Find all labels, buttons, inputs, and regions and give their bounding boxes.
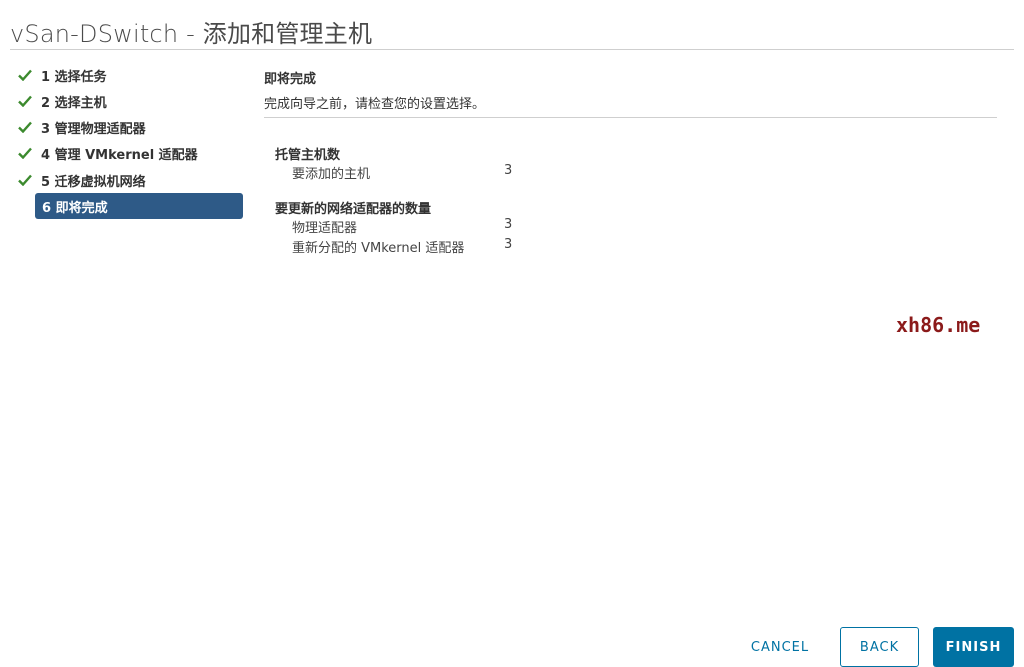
step-migrate-vm-networking[interactable]: 5 迁移虚拟机网络: [16, 167, 242, 193]
watermark-text: xh86.me: [896, 313, 981, 337]
title-divider: [10, 49, 1014, 50]
row-label: 重新分配的 VMkernel 适配器: [292, 241, 465, 256]
cancel-button[interactable]: CANCEL: [740, 627, 820, 667]
step-manage-physical-adapters[interactable]: 3 管理物理适配器: [16, 114, 242, 140]
step-label: 3 管理物理适配器: [41, 121, 146, 137]
content-heading: 即将完成: [264, 72, 317, 87]
checkmark-icon: [16, 66, 34, 84]
step-label: 6 即将完成: [42, 200, 108, 216]
summary-row: 重新分配的 VMkernel 适配器 3: [292, 237, 532, 256]
step-select-task[interactable]: 1 选择任务: [16, 62, 242, 88]
step-select-hosts[interactable]: 2 选择主机: [16, 88, 242, 114]
summary-row: 物理适配器 3: [292, 217, 532, 236]
step-label: 5 迁移虚拟机网络: [41, 174, 146, 190]
row-value: 3: [504, 163, 513, 178]
section-title-adapters-to-update: 要更新的网络适配器的数量: [275, 202, 432, 217]
step-label: 1 选择任务: [41, 69, 107, 85]
checkmark-icon: [16, 144, 34, 162]
section-title-managed-hosts: 托管主机数: [275, 148, 341, 163]
row-label: 物理适配器: [292, 221, 358, 236]
content-divider: [264, 117, 997, 118]
row-value: 3: [504, 217, 513, 232]
step-content: 即将完成 完成向导之前，请检查您的设置选择。: [264, 68, 998, 112]
step-ready-to-complete[interactable]: 6 即将完成: [35, 193, 243, 219]
row-label: 要添加的主机: [292, 167, 371, 182]
content-description: 完成向导之前，请检查您的设置选择。: [264, 97, 486, 112]
checkmark-icon: [16, 118, 34, 136]
finish-button[interactable]: FINISH: [933, 627, 1014, 667]
checkmark-icon: [16, 171, 34, 189]
checkmark-icon: [16, 92, 34, 110]
step-manage-vmkernel-adapters[interactable]: 4 管理 VMkernel 适配器: [16, 140, 242, 166]
step-label: 4 管理 VMkernel 适配器: [41, 147, 198, 163]
summary-row: 要添加的主机 3: [292, 163, 532, 182]
back-button[interactable]: BACK: [840, 627, 919, 667]
row-value: 3: [504, 237, 513, 252]
step-label: 2 选择主机: [41, 95, 107, 111]
wizard-title: vSan-DSwitch - 添加和管理主机: [10, 20, 373, 48]
